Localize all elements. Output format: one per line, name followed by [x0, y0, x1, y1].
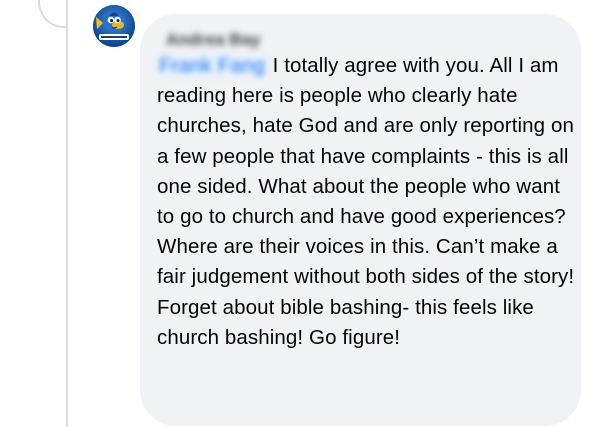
thread-connector-curve [38, 0, 68, 28]
comment-text: Frank Fang I totally agree with you. All… [157, 51, 575, 353]
cartoon-fish-avatar-icon [93, 5, 135, 47]
comment-body: I totally agree with you. All I am readi… [157, 54, 575, 349]
comment-author-name[interactable]: Andrea Bay [166, 30, 260, 50]
comment-bubble: Andrea Bay Frank Fang I totally agree wi… [140, 14, 581, 426]
mention-tag[interactable]: Frank Fang [157, 54, 267, 77]
avatar[interactable] [93, 5, 135, 47]
thread-connector-line [66, 0, 68, 427]
